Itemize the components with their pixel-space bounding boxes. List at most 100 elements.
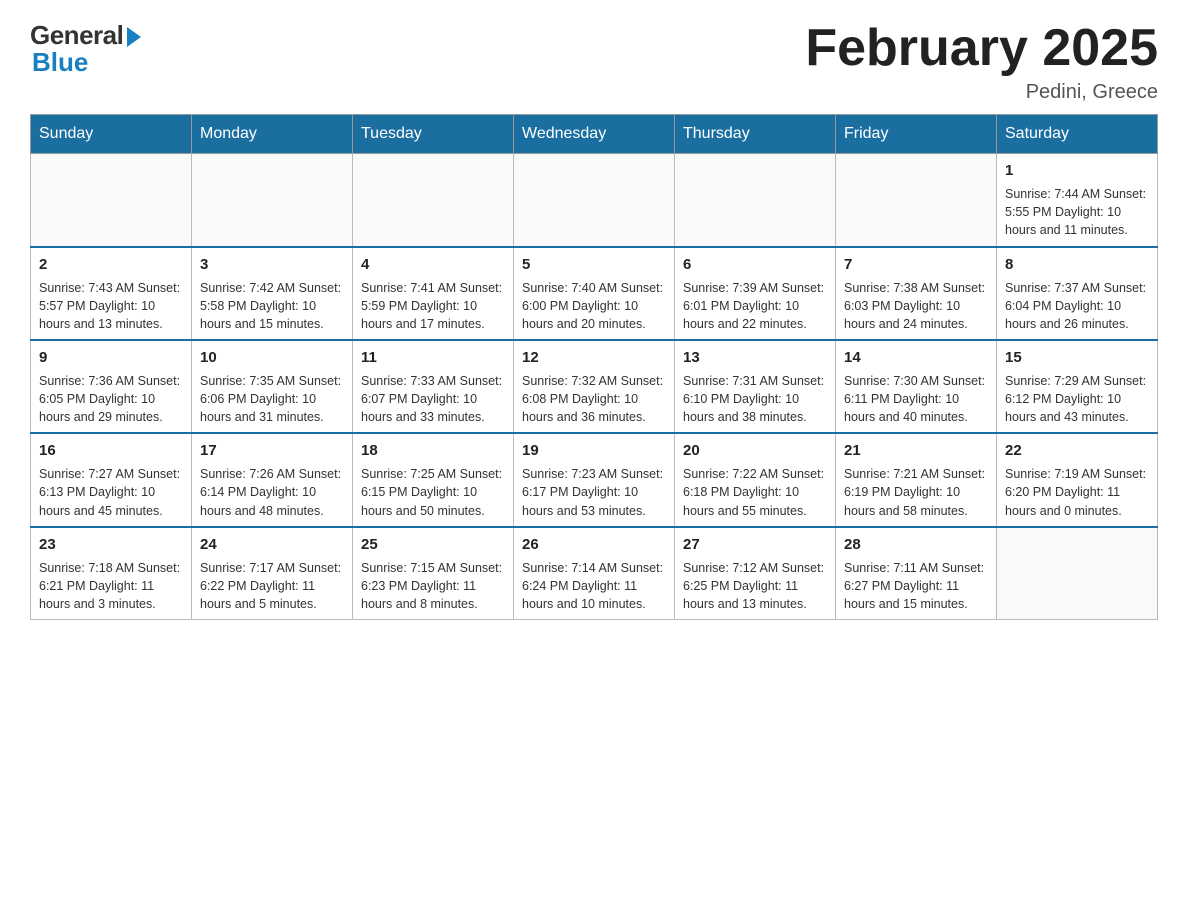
day-number: 5 bbox=[522, 254, 666, 275]
table-row bbox=[31, 154, 192, 247]
day-number: 7 bbox=[844, 254, 988, 275]
day-info: Sunrise: 7:37 AM Sunset: 6:04 PM Dayligh… bbox=[1005, 279, 1149, 333]
title-area: February 2025 Pedini, Greece bbox=[805, 20, 1158, 104]
day-number: 13 bbox=[683, 347, 827, 368]
day-number: 10 bbox=[200, 347, 344, 368]
day-info: Sunrise: 7:39 AM Sunset: 6:01 PM Dayligh… bbox=[683, 279, 827, 333]
table-row: 5 Sunrise: 7:40 AM Sunset: 6:00 PM Daylig… bbox=[514, 247, 675, 340]
col-friday: Friday bbox=[836, 115, 997, 154]
table-row bbox=[192, 154, 353, 247]
table-row: 16Sunrise: 7:27 AM Sunset: 6:13 PM Dayli… bbox=[31, 433, 192, 526]
day-info: Sunrise: 7:18 AM Sunset: 6:21 PM Dayligh… bbox=[39, 559, 183, 613]
day-info: Sunrise: 7:43 AM Sunset: 5:57 PM Dayligh… bbox=[39, 279, 183, 333]
day-number: 25 bbox=[361, 534, 505, 555]
table-row: 14Sunrise: 7:30 AM Sunset: 6:11 PM Dayli… bbox=[836, 340, 997, 433]
day-info: Sunrise: 7:21 AM Sunset: 6:19 PM Dayligh… bbox=[844, 465, 988, 519]
month-title: February 2025 bbox=[805, 20, 1158, 77]
calendar-table: Sunday Monday Tuesday Wednesday Thursday… bbox=[30, 114, 1158, 620]
table-row: 25 Sunrise: 7:15 AM Sunset: 6:23 PM Dayli… bbox=[353, 527, 514, 620]
table-row: 26Sunrise: 7:14 AM Sunset: 6:24 PM Dayli… bbox=[514, 527, 675, 620]
day-info: Sunrise: 7:12 AM Sunset: 6:25 PM Dayligh… bbox=[683, 559, 827, 613]
table-row: 11 Sunrise: 7:33 AM Sunset: 6:07 PM Dayli… bbox=[353, 340, 514, 433]
day-number: 4 bbox=[361, 254, 505, 275]
col-saturday: Saturday bbox=[997, 115, 1158, 154]
day-number: 2 bbox=[39, 254, 183, 275]
calendar-week-row: 9Sunrise: 7:36 AM Sunset: 6:05 PM Daylig… bbox=[31, 340, 1158, 433]
day-info: Sunrise: 7:36 AM Sunset: 6:05 PM Dayligh… bbox=[39, 372, 183, 426]
day-number: 18 bbox=[361, 440, 505, 461]
day-info: Sunrise: 7:14 AM Sunset: 6:24 PM Dayligh… bbox=[522, 559, 666, 613]
table-row: 19 Sunrise: 7:23 AM Sunset: 6:17 PM Dayli… bbox=[514, 433, 675, 526]
day-number: 8 bbox=[1005, 254, 1149, 275]
day-info: Sunrise: 7:17 AM Sunset: 6:22 PM Dayligh… bbox=[200, 559, 344, 613]
day-info: Sunrise: 7:27 AM Sunset: 6:13 PM Dayligh… bbox=[39, 465, 183, 519]
table-row: 6 Sunrise: 7:39 AM Sunset: 6:01 PM Daylig… bbox=[675, 247, 836, 340]
logo-blue-text: Blue bbox=[30, 47, 88, 78]
day-info: Sunrise: 7:11 AM Sunset: 6:27 PM Dayligh… bbox=[844, 559, 988, 613]
table-row: 21 Sunrise: 7:21 AM Sunset: 6:19 PM Dayli… bbox=[836, 433, 997, 526]
day-info: Sunrise: 7:22 AM Sunset: 6:18 PM Dayligh… bbox=[683, 465, 827, 519]
day-number: 24 bbox=[200, 534, 344, 555]
day-number: 1 bbox=[1005, 160, 1149, 181]
calendar-week-row: 23 Sunrise: 7:18 AM Sunset: 6:21 PM Dayli… bbox=[31, 527, 1158, 620]
table-row: 3 Sunrise: 7:42 AM Sunset: 5:58 PM Daylig… bbox=[192, 247, 353, 340]
day-info: Sunrise: 7:40 AM Sunset: 6:00 PM Dayligh… bbox=[522, 279, 666, 333]
day-info: Sunrise: 7:19 AM Sunset: 6:20 PM Dayligh… bbox=[1005, 465, 1149, 519]
logo: General Blue bbox=[30, 20, 141, 78]
table-row: 28 Sunrise: 7:11 AM Sunset: 6:27 PM Dayli… bbox=[836, 527, 997, 620]
col-monday: Monday bbox=[192, 115, 353, 154]
table-row: 2 Sunrise: 7:43 AM Sunset: 5:57 PM Daylig… bbox=[31, 247, 192, 340]
day-info: Sunrise: 7:33 AM Sunset: 6:07 PM Dayligh… bbox=[361, 372, 505, 426]
calendar-week-row: 1 Sunrise: 7:44 AM Sunset: 5:55 PM Daylig… bbox=[31, 154, 1158, 247]
day-info: Sunrise: 7:38 AM Sunset: 6:03 PM Dayligh… bbox=[844, 279, 988, 333]
col-tuesday: Tuesday bbox=[353, 115, 514, 154]
col-sunday: Sunday bbox=[31, 115, 192, 154]
day-number: 6 bbox=[683, 254, 827, 275]
table-row: 10 Sunrise: 7:35 AM Sunset: 6:06 PM Dayli… bbox=[192, 340, 353, 433]
table-row: 7 Sunrise: 7:38 AM Sunset: 6:03 PM Daylig… bbox=[836, 247, 997, 340]
day-number: 23 bbox=[39, 534, 183, 555]
day-info: Sunrise: 7:42 AM Sunset: 5:58 PM Dayligh… bbox=[200, 279, 344, 333]
day-info: Sunrise: 7:25 AM Sunset: 6:15 PM Dayligh… bbox=[361, 465, 505, 519]
day-number: 3 bbox=[200, 254, 344, 275]
calendar-header-row: Sunday Monday Tuesday Wednesday Thursday… bbox=[31, 115, 1158, 154]
day-number: 28 bbox=[844, 534, 988, 555]
table-row: 24 Sunrise: 7:17 AM Sunset: 6:22 PM Dayli… bbox=[192, 527, 353, 620]
table-row: 13 Sunrise: 7:31 AM Sunset: 6:10 PM Dayli… bbox=[675, 340, 836, 433]
table-row: 18 Sunrise: 7:25 AM Sunset: 6:15 PM Dayli… bbox=[353, 433, 514, 526]
table-row bbox=[836, 154, 997, 247]
day-number: 27 bbox=[683, 534, 827, 555]
table-row: 15 Sunrise: 7:29 AM Sunset: 6:12 PM Dayli… bbox=[997, 340, 1158, 433]
calendar-week-row: 2 Sunrise: 7:43 AM Sunset: 5:57 PM Daylig… bbox=[31, 247, 1158, 340]
page-header: General Blue February 2025 Pedini, Greec… bbox=[30, 20, 1158, 104]
table-row: 9Sunrise: 7:36 AM Sunset: 6:05 PM Daylig… bbox=[31, 340, 192, 433]
day-number: 14 bbox=[844, 347, 988, 368]
day-number: 11 bbox=[361, 347, 505, 368]
logo-arrow-icon bbox=[127, 27, 141, 47]
day-info: Sunrise: 7:31 AM Sunset: 6:10 PM Dayligh… bbox=[683, 372, 827, 426]
table-row: 17Sunrise: 7:26 AM Sunset: 6:14 PM Dayli… bbox=[192, 433, 353, 526]
day-info: Sunrise: 7:26 AM Sunset: 6:14 PM Dayligh… bbox=[200, 465, 344, 519]
day-info: Sunrise: 7:15 AM Sunset: 6:23 PM Dayligh… bbox=[361, 559, 505, 613]
col-wednesday: Wednesday bbox=[514, 115, 675, 154]
table-row: 12 Sunrise: 7:32 AM Sunset: 6:08 PM Dayli… bbox=[514, 340, 675, 433]
location-subtitle: Pedini, Greece bbox=[805, 81, 1158, 104]
table-row: 1 Sunrise: 7:44 AM Sunset: 5:55 PM Daylig… bbox=[997, 154, 1158, 247]
day-info: Sunrise: 7:35 AM Sunset: 6:06 PM Dayligh… bbox=[200, 372, 344, 426]
table-row bbox=[353, 154, 514, 247]
table-row: 8 Sunrise: 7:37 AM Sunset: 6:04 PM Daylig… bbox=[997, 247, 1158, 340]
day-info: Sunrise: 7:23 AM Sunset: 6:17 PM Dayligh… bbox=[522, 465, 666, 519]
day-number: 20 bbox=[683, 440, 827, 461]
day-number: 15 bbox=[1005, 347, 1149, 368]
day-info: Sunrise: 7:44 AM Sunset: 5:55 PM Dayligh… bbox=[1005, 185, 1149, 239]
table-row bbox=[997, 527, 1158, 620]
day-info: Sunrise: 7:32 AM Sunset: 6:08 PM Dayligh… bbox=[522, 372, 666, 426]
day-info: Sunrise: 7:29 AM Sunset: 6:12 PM Dayligh… bbox=[1005, 372, 1149, 426]
day-number: 19 bbox=[522, 440, 666, 461]
table-row bbox=[514, 154, 675, 247]
day-number: 21 bbox=[844, 440, 988, 461]
table-row: 20 Sunrise: 7:22 AM Sunset: 6:18 PM Dayli… bbox=[675, 433, 836, 526]
calendar-week-row: 16Sunrise: 7:27 AM Sunset: 6:13 PM Dayli… bbox=[31, 433, 1158, 526]
day-number: 12 bbox=[522, 347, 666, 368]
table-row: 27 Sunrise: 7:12 AM Sunset: 6:25 PM Dayli… bbox=[675, 527, 836, 620]
